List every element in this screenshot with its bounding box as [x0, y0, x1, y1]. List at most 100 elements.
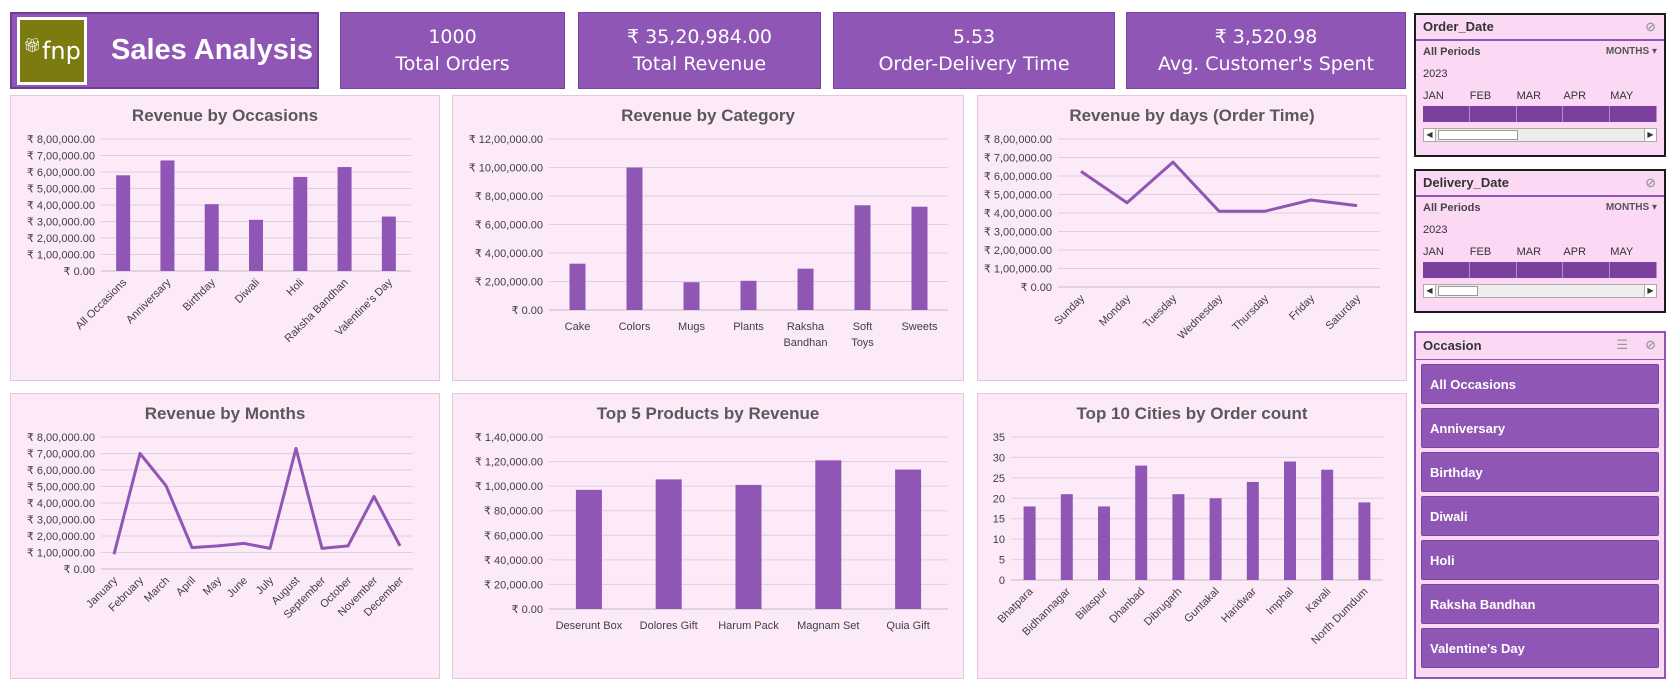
multi-select-icon[interactable]: ☰: [1616, 337, 1628, 353]
scroll-left-icon[interactable]: ◀: [1424, 129, 1436, 141]
y-tick-label: ₹ 5,00,000.00: [27, 184, 95, 196]
occasion-item-all-occasions[interactable]: All Occasions: [1421, 364, 1659, 404]
y-tick-label: ₹ 5,00,000.00: [27, 482, 95, 494]
x-tick-label: Mugs: [678, 321, 705, 333]
y-tick-label: ₹ 0.00: [512, 305, 543, 317]
y-tick-label: ₹ 8,00,000.00: [27, 432, 95, 444]
bar: [1246, 481, 1259, 580]
y-tick-label: ₹ 2,00,000.00: [984, 245, 1052, 257]
kpi-value: 5.53: [952, 25, 996, 48]
bar: [249, 219, 263, 271]
bar: [1321, 469, 1334, 580]
x-tick-label: Bandhan: [783, 337, 827, 349]
x-tick-label: May: [201, 574, 225, 598]
scroll-left-icon[interactable]: ◀: [1424, 285, 1436, 297]
x-tick-label: Sweets: [901, 321, 938, 333]
y-tick-label: 30: [993, 452, 1005, 464]
occasion-item-birthday[interactable]: Birthday: [1421, 452, 1659, 492]
y-tick-label: ₹ 1,00,000.00: [475, 481, 543, 493]
chart-top-cities: Top 10 Cities by Order count 0 5 10 15 20 25 3…: [977, 393, 1407, 679]
bar: [204, 204, 219, 271]
timeline-bar[interactable]: [1423, 262, 1657, 278]
clear-filter-icon[interactable]: ⊘: [1645, 337, 1656, 353]
x-tick-label: Guntakal: [1182, 586, 1222, 626]
y-tick-label: 15: [993, 514, 1005, 526]
bar: [815, 460, 842, 609]
bar: [1284, 461, 1296, 580]
occasion-item-diwali[interactable]: Diwali: [1421, 496, 1659, 536]
y-tick-label: ₹ 80,000.00: [484, 506, 543, 518]
y-tick-label: ₹ 8,00,000.00: [984, 134, 1052, 146]
slicer-title: Occasion: [1423, 338, 1482, 353]
fnp-logo: 🎁︎ fnp: [17, 16, 87, 85]
occasion-item-anniversary[interactable]: Anniversary: [1421, 408, 1659, 448]
slicer-header: Order_Date ⊘: [1416, 15, 1664, 41]
months-row: JAN FEB MAR APR MAY: [1416, 80, 1664, 102]
x-tick-label: Monday: [1097, 292, 1134, 329]
x-tick-label: Magnam Set: [797, 620, 859, 632]
occasion-item-raksha-bandhan[interactable]: Raksha Bandhan: [1421, 584, 1659, 624]
period-label: All Periods: [1423, 46, 1481, 58]
occasion-item-valentines-day[interactable]: Valentine's Day: [1421, 628, 1659, 668]
bar: [569, 263, 586, 310]
bar: [1358, 502, 1371, 580]
level-label: MONTHS: [1605, 46, 1650, 57]
y-tick-label: ₹ 7,00,000.00: [27, 449, 95, 461]
bar: [575, 489, 602, 609]
kpi-value: 1000: [428, 25, 477, 48]
delivery-date-slicer: Delivery_Date ⊘ All Periods MONTHS ▾ 202…: [1414, 169, 1666, 313]
slicer-period-row: All Periods MONTHS ▾: [1416, 197, 1664, 214]
scroll-thumb[interactable]: [1438, 130, 1518, 140]
occasion-item-holi[interactable]: Holi: [1421, 540, 1659, 580]
clear-filter-icon[interactable]: ⊘: [1645, 19, 1656, 35]
slicer-title: Delivery_Date: [1423, 175, 1509, 190]
month-label: APR: [1563, 246, 1587, 258]
y-tick-label: ₹ 7,00,000.00: [27, 151, 95, 163]
x-tick-label: Haridwar: [1219, 585, 1259, 625]
bar: [116, 175, 131, 271]
logo-text: fnp: [41, 36, 81, 65]
y-tick-label: ₹ 6,00,000.00: [27, 167, 95, 179]
slicer-period-row: All Periods MONTHS ▾: [1416, 41, 1664, 58]
y-tick-label: ₹ 60,000.00: [484, 530, 543, 542]
timeline-scrollbar[interactable]: ◀ ▶: [1423, 284, 1657, 298]
chevron-down-icon: ▾: [1651, 202, 1657, 213]
y-tick-label: ₹ 6,00,000.00: [27, 465, 95, 477]
bar: [735, 484, 762, 609]
y-tick-label: 5: [999, 555, 1005, 567]
y-tick-label: ₹ 20,000.00: [484, 579, 543, 591]
y-tick-label: ₹ 3,00,000.00: [984, 227, 1052, 239]
x-tick-label: April: [174, 575, 198, 599]
scroll-thumb[interactable]: [1438, 286, 1478, 296]
kpi-label: Total Revenue: [632, 52, 767, 75]
scroll-right-icon[interactable]: ▶: [1644, 129, 1656, 141]
y-tick-label: ₹ 1,00,000.00: [984, 264, 1052, 276]
x-tick-label: Quia Gift: [886, 620, 929, 632]
scroll-right-icon[interactable]: ▶: [1644, 285, 1656, 297]
months-row: JAN FEB MAR APR MAY: [1416, 236, 1664, 258]
chart-revenue-by-months: Revenue by Months ₹ 0.00 ₹ 1,00,000.00 ₹ 2…: [10, 393, 440, 679]
y-tick-label: ₹ 40,000.00: [484, 555, 543, 567]
y-tick-label: ₹ 6,00,000.00: [984, 171, 1052, 183]
timeline-bar[interactable]: [1423, 106, 1657, 122]
slicer-header: Occasion ☰ ⊘: [1416, 333, 1664, 360]
bar: [1172, 494, 1185, 580]
x-tick-label: June: [225, 575, 250, 600]
level-dropdown[interactable]: MONTHS ▾: [1606, 46, 1657, 58]
y-tick-label: ₹ 0.00: [512, 604, 543, 616]
gift-icon: 🎁︎: [23, 37, 41, 54]
timeline-scrollbar[interactable]: ◀ ▶: [1423, 128, 1657, 142]
series-line: [112, 447, 402, 555]
kpi-label: Avg. Customer's Spent: [1157, 52, 1375, 75]
y-tick-label: ₹ 1,40,000.00: [475, 432, 543, 444]
month-label: MAY: [1610, 246, 1634, 258]
level-dropdown[interactable]: MONTHS ▾: [1606, 202, 1657, 214]
month-label: FEB: [1469, 246, 1492, 258]
bar: [381, 216, 396, 271]
clear-filter-icon[interactable]: ⊘: [1645, 175, 1656, 191]
y-tick-label: ₹ 6,00,000.00: [475, 220, 543, 232]
x-tick-label: Deserunt Box: [556, 620, 623, 632]
bar: [626, 167, 643, 310]
bar: [683, 282, 700, 310]
chart-top-products: Top 5 Products by Revenue ₹ 0.00 ₹ 20,000…: [452, 393, 964, 679]
